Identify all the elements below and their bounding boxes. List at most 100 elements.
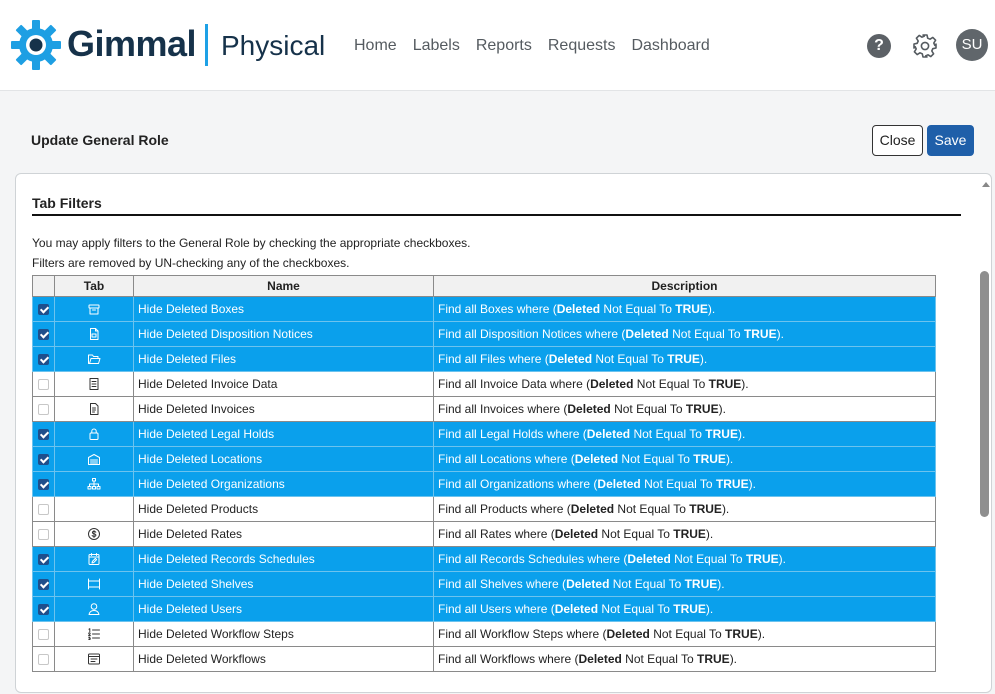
row-tab-icon-cell	[54, 471, 134, 497]
section-title: Tab Filters	[32, 195, 102, 211]
nav-dashboard[interactable]: Dashboard	[631, 36, 709, 56]
section-divider	[32, 214, 961, 216]
description-suffix: ).	[776, 327, 784, 341]
column-header-select	[32, 275, 55, 297]
description-prefix: Find all Invoices where (	[438, 402, 568, 416]
table-row[interactable]: Hide Deleted Workflow Steps Find all Work…	[32, 621, 936, 647]
row-checkbox[interactable]	[38, 554, 49, 566]
table-row[interactable]: Hide Deleted Disposition Notices Find all…	[32, 321, 936, 347]
row-checkbox[interactable]	[38, 604, 49, 616]
description-prefix: Find all Workflows where (	[438, 652, 579, 666]
tab-filters-table: Tab Name Description Hide Deleted Boxes F…	[32, 275, 936, 672]
table-row[interactable]: Hide Deleted Organizations Find all Organ…	[32, 471, 936, 497]
column-header-description: Description	[433, 275, 936, 297]
row-description: Find all Invoice Data where (Deleted Not…	[433, 371, 936, 397]
description-value: TRUE	[715, 477, 749, 491]
row-checkbox[interactable]	[38, 404, 49, 416]
table-row[interactable]: Hide Deleted Invoices Find all Invoices w…	[32, 396, 936, 422]
row-description: Find all Workflow Steps where (Deleted N…	[433, 621, 936, 647]
column-header-name: Name	[133, 275, 434, 297]
row-name: Hide Deleted Boxes	[133, 296, 434, 322]
row-checkbox[interactable]	[38, 379, 49, 391]
row-name: Hide Deleted Invoices	[133, 396, 434, 422]
row-checkbox[interactable]	[38, 654, 49, 666]
table-row[interactable]: Hide Deleted Workflows Find all Workflows…	[32, 646, 936, 672]
description-suffix: ).	[705, 527, 714, 541]
description-field: Deleted	[586, 427, 631, 441]
row-checkbox[interactable]	[38, 429, 49, 441]
row-checkbox[interactable]	[38, 529, 49, 541]
row-name: Hide Deleted Organizations	[133, 471, 434, 497]
row-checkbox[interactable]	[38, 454, 49, 466]
nav-requests[interactable]: Requests	[548, 36, 616, 56]
description-value: TRUE	[743, 327, 777, 341]
description-value: TRUE	[705, 427, 738, 441]
table-row[interactable]: Hide Deleted Legal Holds Find all Legal H…	[32, 421, 936, 447]
nav-labels[interactable]: Labels	[413, 36, 460, 56]
description-operator: Not Equal To	[609, 577, 685, 591]
table-row[interactable]: Hide Deleted Rates Find all Rates where (…	[32, 521, 936, 547]
save-button[interactable]: Save	[927, 125, 974, 156]
row-checkbox[interactable]	[38, 629, 49, 641]
description-value: TRUE	[675, 302, 708, 316]
user-avatar[interactable]: SU	[956, 29, 988, 61]
description-suffix: ).	[778, 552, 786, 566]
description-value: TRUE	[673, 527, 706, 541]
help-icon[interactable]: ?	[867, 34, 891, 58]
row-checkbox[interactable]	[38, 329, 49, 341]
table-row[interactable]: Hide Deleted Files Find all Files where (…	[32, 346, 936, 372]
description-value: TRUE	[689, 502, 722, 516]
description-prefix: Find all Workflow Steps where (	[438, 627, 607, 641]
table-row[interactable]: Hide Deleted Products Find all Products w…	[32, 496, 936, 522]
box-icon	[87, 302, 101, 316]
instructions-line-1: You may apply filters to the General Rol…	[32, 236, 471, 250]
description-suffix: ).	[718, 402, 726, 416]
nav-reports[interactable]: Reports	[476, 36, 532, 56]
settings-gear-icon[interactable]	[912, 33, 938, 59]
row-tab-icon-cell	[54, 346, 134, 372]
warehouse-icon	[87, 452, 101, 466]
shelf-icon	[87, 577, 101, 591]
row-checkbox[interactable]	[38, 579, 49, 591]
row-checkbox[interactable]	[38, 354, 49, 366]
lock-icon	[87, 427, 101, 441]
row-checkbox[interactable]	[38, 479, 49, 491]
table-row[interactable]: Hide Deleted Shelves Find all Shelves whe…	[32, 571, 936, 597]
close-button[interactable]: Close	[872, 125, 923, 156]
row-description: Find all Products where (Deleted Not Equ…	[433, 496, 936, 522]
row-description: Find all Boxes where (Deleted Not Equal …	[433, 296, 936, 322]
description-value: TRUE	[693, 452, 726, 466]
scroll-up-arrow-icon[interactable]	[982, 182, 990, 187]
row-checkbox[interactable]	[38, 504, 49, 516]
row-name: Hide Deleted Records Schedules	[133, 546, 434, 572]
description-field: Deleted	[590, 377, 634, 391]
description-suffix: ).	[707, 302, 716, 316]
folder-icon	[87, 352, 101, 366]
row-checkbox[interactable]	[38, 304, 49, 316]
gimmal-gear-logo-icon[interactable]	[10, 19, 62, 71]
row-checkbox-cell	[32, 621, 55, 647]
description-prefix: Find all Rates where (	[438, 527, 555, 541]
row-description: Find all Organizations where (Deleted No…	[433, 471, 936, 497]
table-row[interactable]: Hide Deleted Boxes Find all Boxes where (…	[32, 296, 936, 322]
row-description: Find all Shelves where (Deleted Not Equa…	[433, 571, 936, 597]
table-row[interactable]: Hide Deleted Locations Find all Locations…	[32, 446, 936, 472]
table-row[interactable]: Hide Deleted Records Schedules Find all R…	[32, 546, 936, 572]
vertical-scrollbar[interactable]	[980, 174, 992, 694]
row-tab-icon-cell	[54, 496, 134, 522]
brand-divider	[205, 24, 208, 66]
description-field: Deleted	[597, 477, 641, 491]
table-row[interactable]: Hide Deleted Invoice Data Find all Invoic…	[32, 371, 936, 397]
row-description: Find all Invoices where (Deleted Not Equ…	[433, 396, 936, 422]
nav-home[interactable]: Home	[354, 36, 397, 56]
description-operator: Not Equal To	[633, 377, 709, 391]
scrollbar-thumb[interactable]	[980, 271, 989, 517]
description-field: Deleted	[566, 577, 610, 591]
table-row[interactable]: Hide Deleted Users Find all Users where (…	[32, 596, 936, 622]
row-tab-icon-cell	[54, 521, 134, 547]
row-checkbox-cell	[32, 521, 55, 547]
description-prefix: Find all Shelves where (	[438, 577, 567, 591]
instructions: You may apply filters to the General Rol…	[32, 233, 470, 273]
row-description: Find all Files where (Deleted Not Equal …	[433, 346, 936, 372]
description-field: Deleted	[554, 527, 599, 541]
